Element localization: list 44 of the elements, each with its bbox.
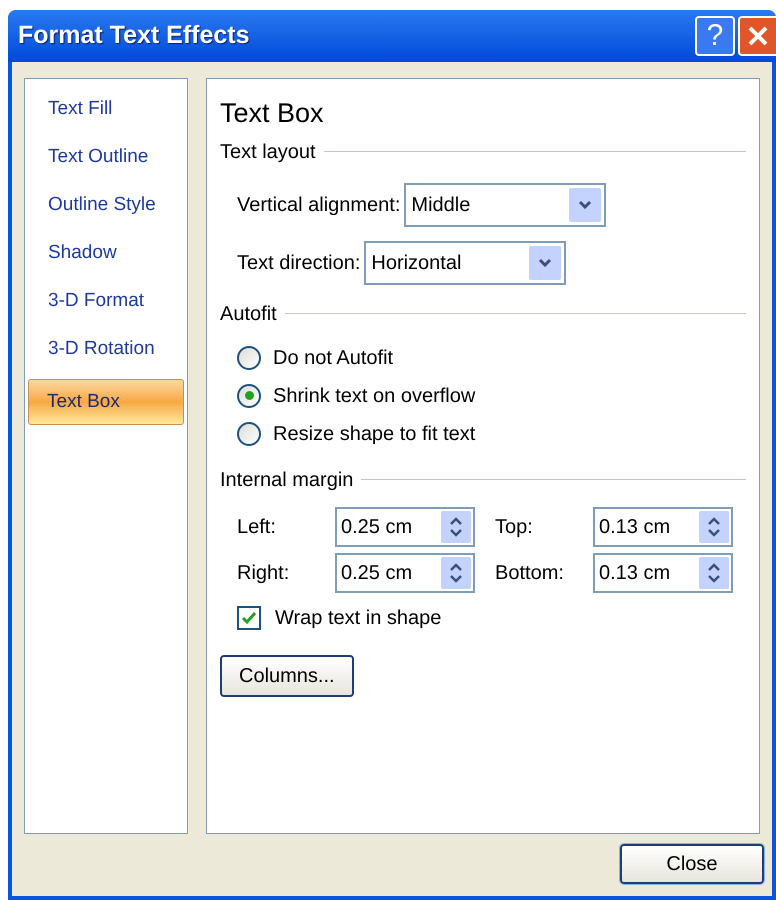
section-title: Internal margin xyxy=(220,468,354,493)
dropdown[interactable]: Horizontal xyxy=(364,240,566,285)
section-title: Text layout xyxy=(220,140,316,165)
section-title: Autofit xyxy=(220,302,277,327)
chevron-down-icon xyxy=(538,258,552,268)
close-icon xyxy=(747,25,769,47)
spinner-arrows-icon xyxy=(449,516,463,538)
field-label: Top: xyxy=(495,514,534,540)
spinner-arrows-icon xyxy=(707,516,721,538)
radio-button[interactable] xyxy=(237,346,261,370)
chevron-down-icon xyxy=(578,200,592,210)
spin-field[interactable]: 0.13 cm xyxy=(593,552,733,593)
field-label: Right: xyxy=(237,560,290,586)
field-label: Left: xyxy=(237,514,277,540)
spin-field[interactable]: 0.25 cm xyxy=(335,552,475,593)
sidebar-item[interactable]: 3-D Format xyxy=(28,283,184,319)
sidebar-item[interactable]: Text Box xyxy=(28,379,184,425)
checkmark-icon xyxy=(241,610,257,625)
panel-heading: Text Box xyxy=(220,97,325,130)
field-label: Bottom: xyxy=(495,560,565,586)
field-label: Vertical alignment: xyxy=(237,192,400,218)
radio-button[interactable] xyxy=(237,384,261,408)
spinner-arrows-icon xyxy=(707,562,721,584)
sidebar-item[interactable]: Text Fill xyxy=(28,91,184,127)
spin-field[interactable]: 0.13 cm xyxy=(593,506,733,547)
columns-button[interactable]: Columns... xyxy=(220,654,354,697)
sidebar-item[interactable]: Outline Style xyxy=(28,187,184,223)
sidebar-item[interactable]: Text Outline xyxy=(28,139,184,175)
checkbox[interactable] xyxy=(237,606,261,630)
radio-label: Resize shape to fit text xyxy=(273,422,476,447)
field-label: Text direction: xyxy=(237,250,360,276)
radio-button[interactable] xyxy=(237,422,261,446)
sidebar-item[interactable]: Shadow xyxy=(28,235,184,271)
help-button[interactable]: ? xyxy=(695,16,735,56)
checkbox-label: Wrap text in shape xyxy=(275,606,442,631)
sidebar-item[interactable]: 3-D Rotation xyxy=(28,331,184,367)
dropdown[interactable]: Middle xyxy=(404,182,606,227)
radio-label: Shrink text on overflow xyxy=(273,384,476,409)
close-button[interactable] xyxy=(738,16,776,56)
close-button[interactable]: Close xyxy=(620,844,764,884)
spinner-arrows-icon xyxy=(449,562,463,584)
window-title: Format Text Effects xyxy=(18,20,250,52)
spin-field[interactable]: 0.25 cm xyxy=(335,506,475,547)
radio-label: Do not Autofit xyxy=(273,346,394,371)
